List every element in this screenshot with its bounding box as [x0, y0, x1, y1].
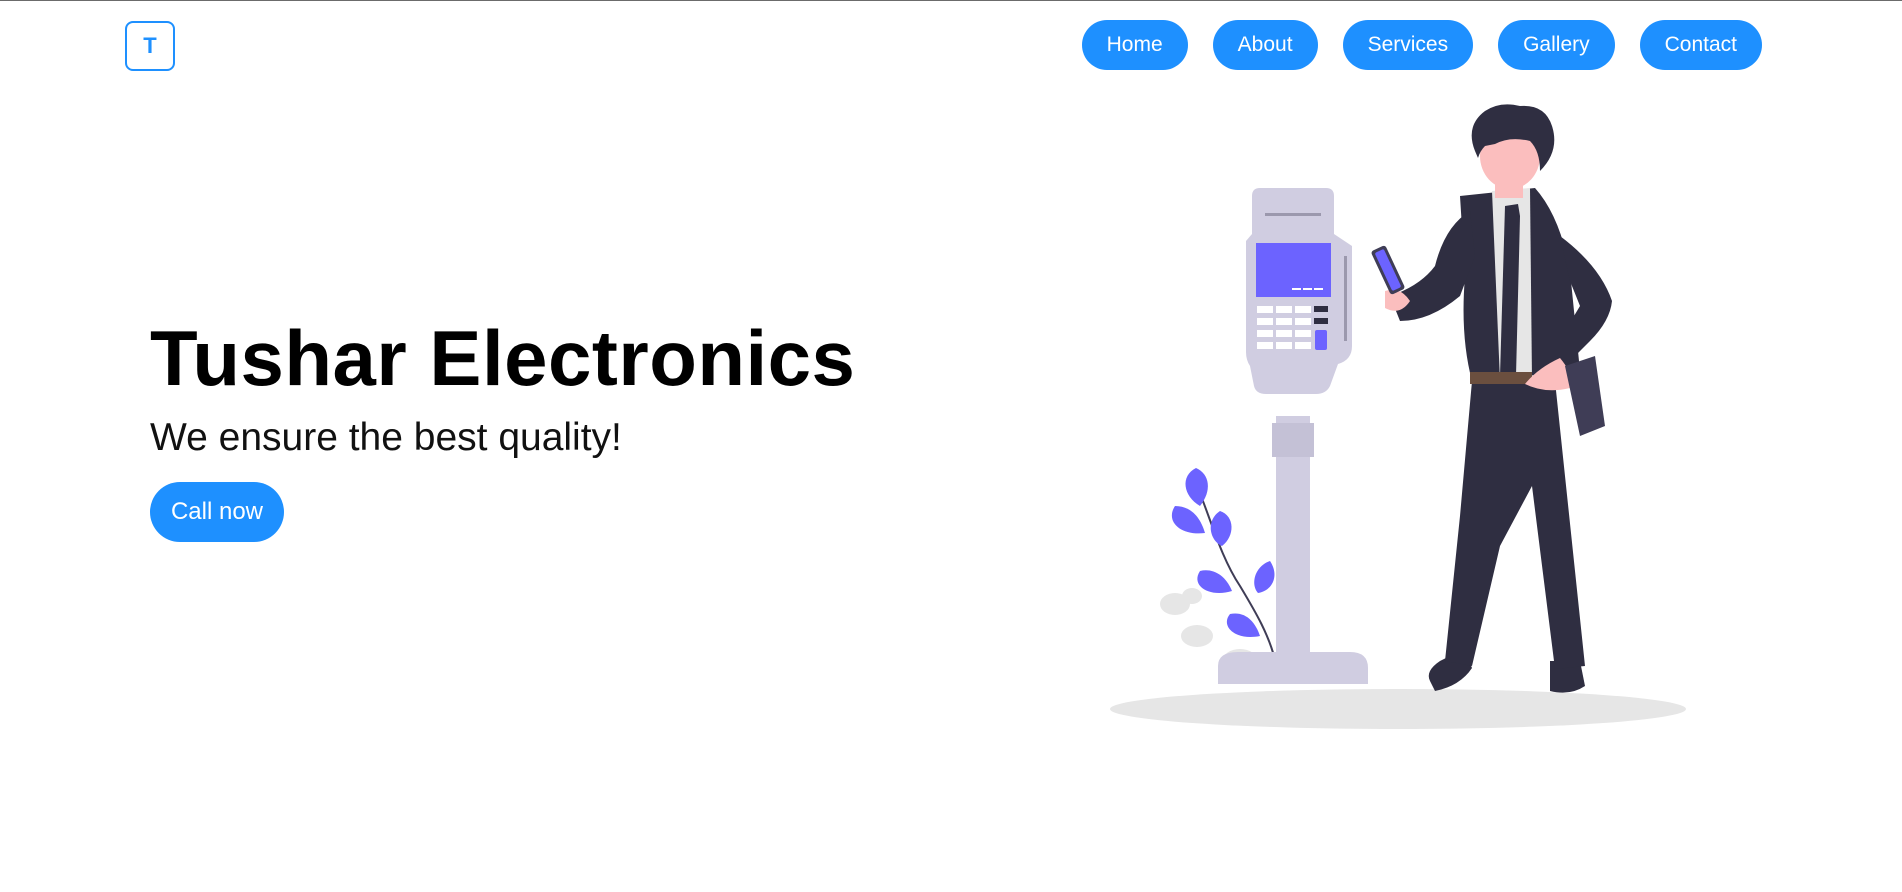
logo-letter: T [143, 33, 157, 58]
man-paying-at-terminal-illustration [1110, 104, 1686, 729]
nav-link-contact[interactable]: Contact [1639, 20, 1762, 70]
call-now-button[interactable]: Call now [150, 482, 284, 542]
nav-link-home[interactable]: Home [1081, 20, 1188, 70]
businessman [1371, 104, 1612, 693]
logo[interactable]: T [125, 21, 175, 71]
nav-links: Home About Services Gallery Contact [1081, 20, 1762, 70]
nav-link-services[interactable]: Services [1342, 20, 1474, 70]
hero-illustration [1100, 96, 1700, 736]
hero-title: Tushar Electronics [150, 314, 856, 402]
payment-terminal [1218, 188, 1368, 684]
navbar: T Home About Services Gallery Contact [0, 1, 1902, 91]
ground-shadow [1110, 689, 1686, 729]
nav-link-gallery[interactable]: Gallery [1498, 20, 1615, 70]
nav-link-about[interactable]: About [1212, 20, 1318, 70]
hero-subtitle: We ensure the best quality! [150, 416, 622, 459]
